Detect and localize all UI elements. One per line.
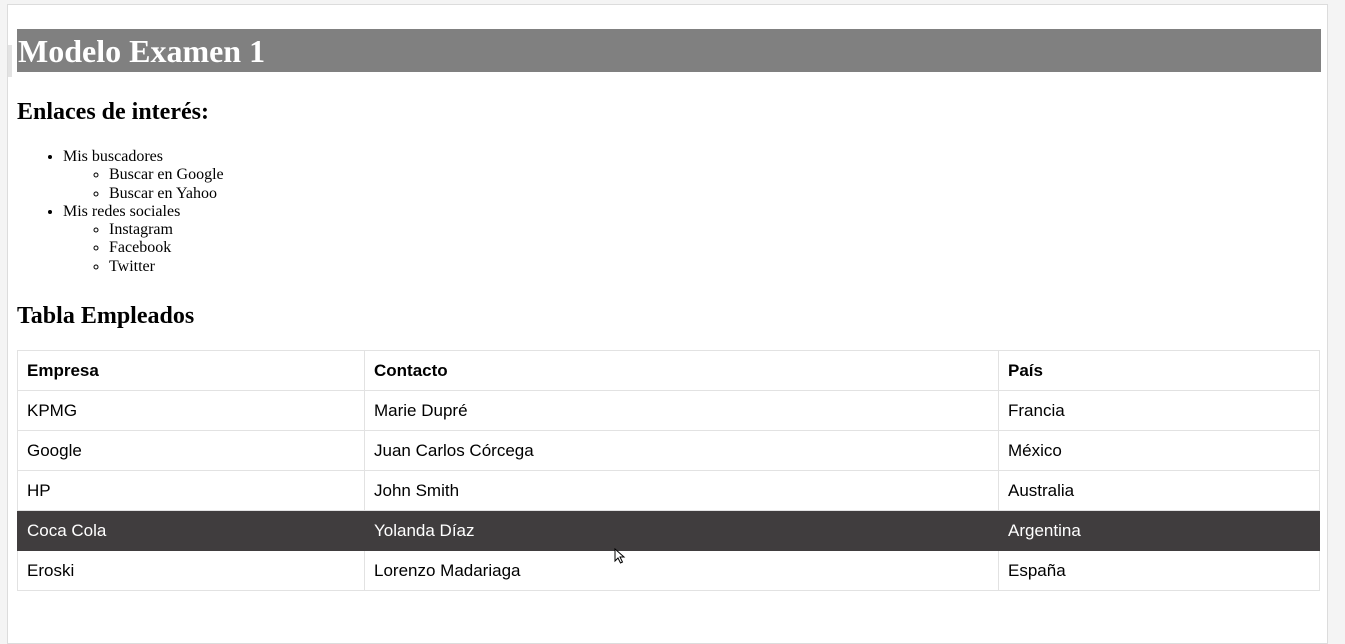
cell-empresa: HP bbox=[17, 470, 365, 512]
link-label[interactable]: Instagram bbox=[109, 221, 173, 238]
list-item-label: Mis buscadores bbox=[63, 148, 163, 165]
link-twitter[interactable]: Twitter bbox=[109, 258, 1321, 276]
list-item-label: Mis redes sociales bbox=[63, 202, 181, 220]
cell-pais: Argentina bbox=[998, 510, 1320, 552]
cell-pais: México bbox=[998, 430, 1320, 472]
link-label[interactable]: Twitter bbox=[109, 258, 155, 275]
links-heading: Enlaces de interés: bbox=[17, 99, 209, 125]
cell-empresa: Eroski bbox=[17, 550, 365, 592]
cell-pais: España bbox=[998, 550, 1320, 592]
side-tab bbox=[8, 45, 12, 77]
header-contacto: Contacto bbox=[364, 350, 999, 392]
link-label[interactable]: Facebook bbox=[109, 239, 171, 256]
link-label[interactable]: Buscar en Google bbox=[109, 166, 224, 183]
table-row[interactable]: Eroski Lorenzo Madariaga España bbox=[17, 550, 1320, 592]
page: Modelo Examen 1 Enlaces de interés: Mis … bbox=[7, 4, 1328, 644]
cell-contacto: John Smith bbox=[364, 470, 999, 512]
links-list: Mis buscadores Buscar en Google Buscar e… bbox=[17, 148, 1321, 276]
table-heading: Tabla Empleados bbox=[17, 303, 195, 330]
content: Modelo Examen 1 Enlaces de interés: Mis … bbox=[17, 29, 1321, 592]
page-title: Modelo Examen 1 bbox=[17, 29, 1321, 72]
scrollbar[interactable] bbox=[1331, 0, 1345, 622]
cell-pais: Australia bbox=[998, 470, 1320, 512]
link-facebook[interactable]: Facebook bbox=[109, 239, 1321, 257]
cell-contacto: Juan Carlos Córcega bbox=[364, 430, 999, 472]
cell-empresa: Coca Cola bbox=[17, 510, 365, 552]
sublist-buscadores: Buscar en Google Buscar en Yahoo bbox=[63, 166, 1321, 203]
cell-pais: Francia bbox=[998, 390, 1320, 432]
cell-contacto: Yolanda Díaz bbox=[364, 510, 999, 552]
cell-empresa: KPMG bbox=[17, 390, 365, 432]
employees-table: Empresa Contacto País KPMG Marie Dupré F… bbox=[17, 350, 1320, 592]
cell-contacto: Marie Dupré bbox=[364, 390, 999, 432]
table-row[interactable]: Google Juan Carlos Córcega México bbox=[17, 430, 1320, 472]
link-google[interactable]: Buscar en Google bbox=[109, 166, 1321, 184]
cell-empresa: Google bbox=[17, 430, 365, 472]
header-pais: País bbox=[998, 350, 1320, 392]
list-item-redes: Mis redes sociales Instagram Facebook Tw… bbox=[63, 203, 1321, 276]
sublist-redes: Instagram Facebook Twitter bbox=[63, 221, 1321, 276]
table-row[interactable]: KPMG Marie Dupré Francia bbox=[17, 390, 1320, 432]
link-instagram[interactable]: Instagram bbox=[109, 221, 1321, 239]
header-empresa: Empresa bbox=[17, 350, 365, 392]
link-label[interactable]: Buscar en Yahoo bbox=[109, 185, 217, 202]
table-row-highlighted[interactable]: Coca Cola Yolanda Díaz Argentina bbox=[17, 510, 1320, 552]
link-yahoo[interactable]: Buscar en Yahoo bbox=[109, 185, 1321, 203]
list-item-buscadores: Mis buscadores Buscar en Google Buscar e… bbox=[63, 148, 1321, 203]
cell-contacto: Lorenzo Madariaga bbox=[364, 550, 999, 592]
mouse-pointer-icon bbox=[614, 548, 626, 564]
table-header-row: Empresa Contacto País bbox=[17, 350, 1320, 392]
table-row[interactable]: HP John Smith Australia bbox=[17, 470, 1320, 512]
